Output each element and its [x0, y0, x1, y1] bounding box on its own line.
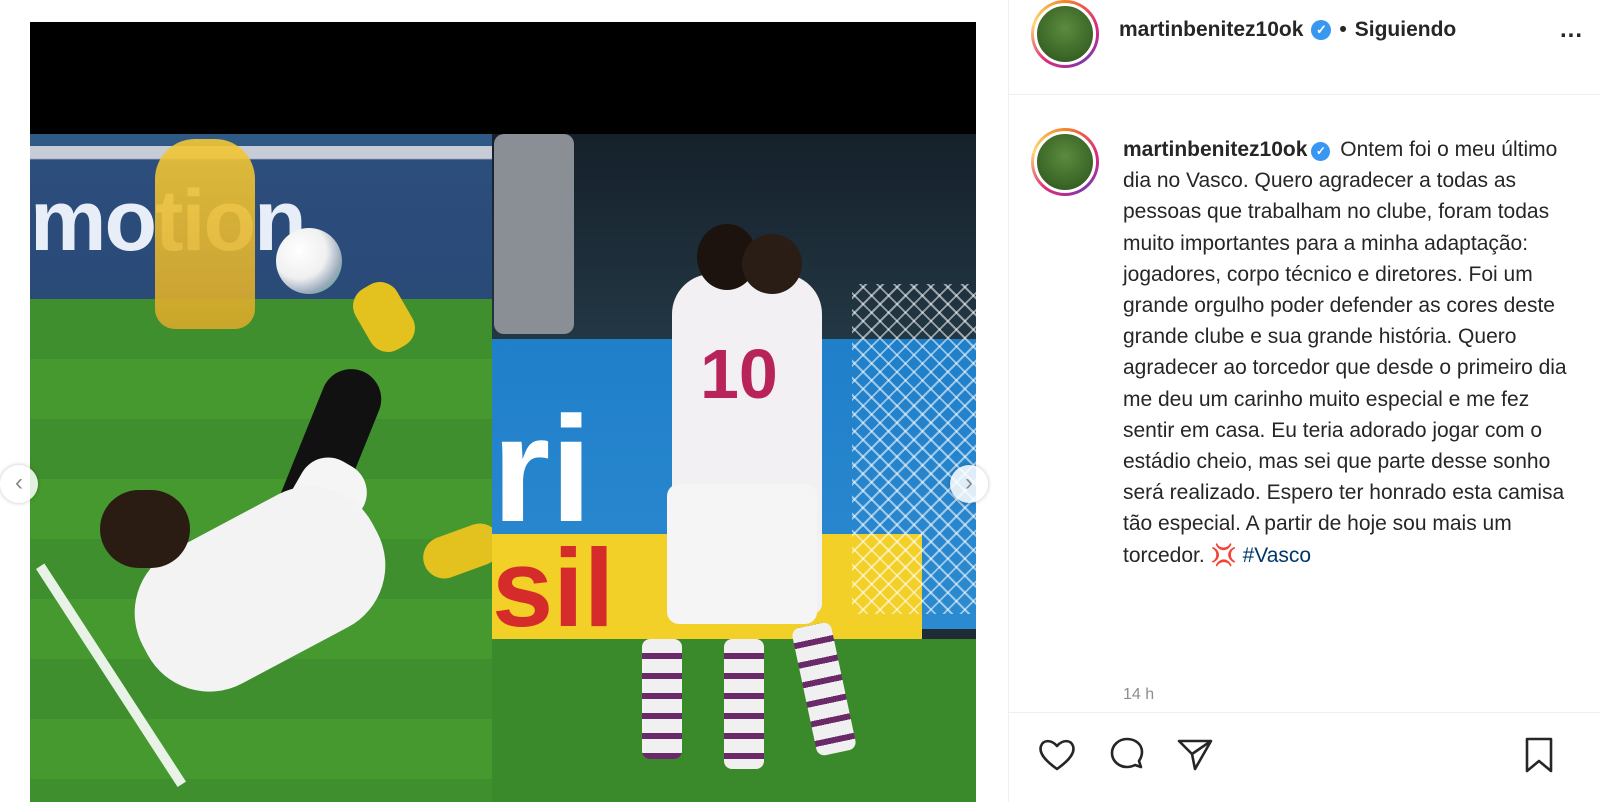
avatar[interactable] [1031, 0, 1099, 68]
post-caption: martinbenitez10ok ✓ Ontem foi o meu últim… [1123, 134, 1579, 571]
caption-avatar[interactable] [1031, 128, 1099, 196]
hashtag-link[interactable]: #Vasco [1243, 544, 1312, 567]
goal-net [852, 284, 976, 614]
comment-icon[interactable] [1105, 733, 1149, 777]
post-media[interactable]: motion ri sil 10 [30, 22, 976, 802]
caption-username-link[interactable]: martinbenitez10ok [1123, 138, 1307, 161]
username-link[interactable]: martinbenitez10ok [1119, 18, 1303, 42]
sponsor-board-text: sil [492, 527, 615, 650]
verified-badge-icon: ✓ [1311, 142, 1331, 161]
caption-text: Ontem foi o meu último dia no Vasco. Que… [1123, 138, 1567, 567]
following-button[interactable]: Siguiendo [1355, 18, 1457, 42]
player-sock [642, 639, 682, 759]
player-head [100, 490, 190, 568]
avatar-image [1034, 3, 1096, 65]
carousel-prev-button[interactable]: ‹ [0, 465, 38, 503]
official-figure [494, 134, 574, 334]
jersey-number: 10 [700, 335, 778, 413]
player-shorts [667, 484, 817, 624]
photo-embrace: ri sil 10 [492, 134, 976, 802]
action-bar [1009, 712, 1600, 802]
carousel-next-button[interactable]: › [950, 465, 988, 503]
heart-icon[interactable] [1035, 733, 1079, 777]
football [276, 228, 342, 294]
anger-symbol-emoji: 💢 [1210, 543, 1237, 567]
advertising-board-text: ri [492, 385, 593, 553]
player-head [742, 234, 802, 294]
separator-dot: • [1339, 18, 1347, 41]
verified-badge-icon: ✓ [1311, 20, 1332, 40]
post-side-panel: martinbenitez10ok ✓ • Siguiendo ... mart… [1008, 0, 1600, 802]
post-header: martinbenitez10ok ✓ • Siguiendo ... [1009, 0, 1600, 95]
paper-plane-icon[interactable] [1173, 733, 1217, 777]
post-timestamp[interactable]: 14 h [1123, 686, 1154, 704]
header-user-row: martinbenitez10ok ✓ • Siguiendo [1119, 18, 1456, 42]
letterbox-band [30, 22, 976, 134]
photo-bicycle-kick: motion [30, 134, 504, 802]
opponent-player [155, 139, 255, 329]
more-options-button[interactable]: ... [1560, 16, 1583, 44]
player-sock [724, 639, 764, 769]
bookmark-icon[interactable] [1517, 733, 1561, 777]
avatar-image [1034, 131, 1096, 193]
